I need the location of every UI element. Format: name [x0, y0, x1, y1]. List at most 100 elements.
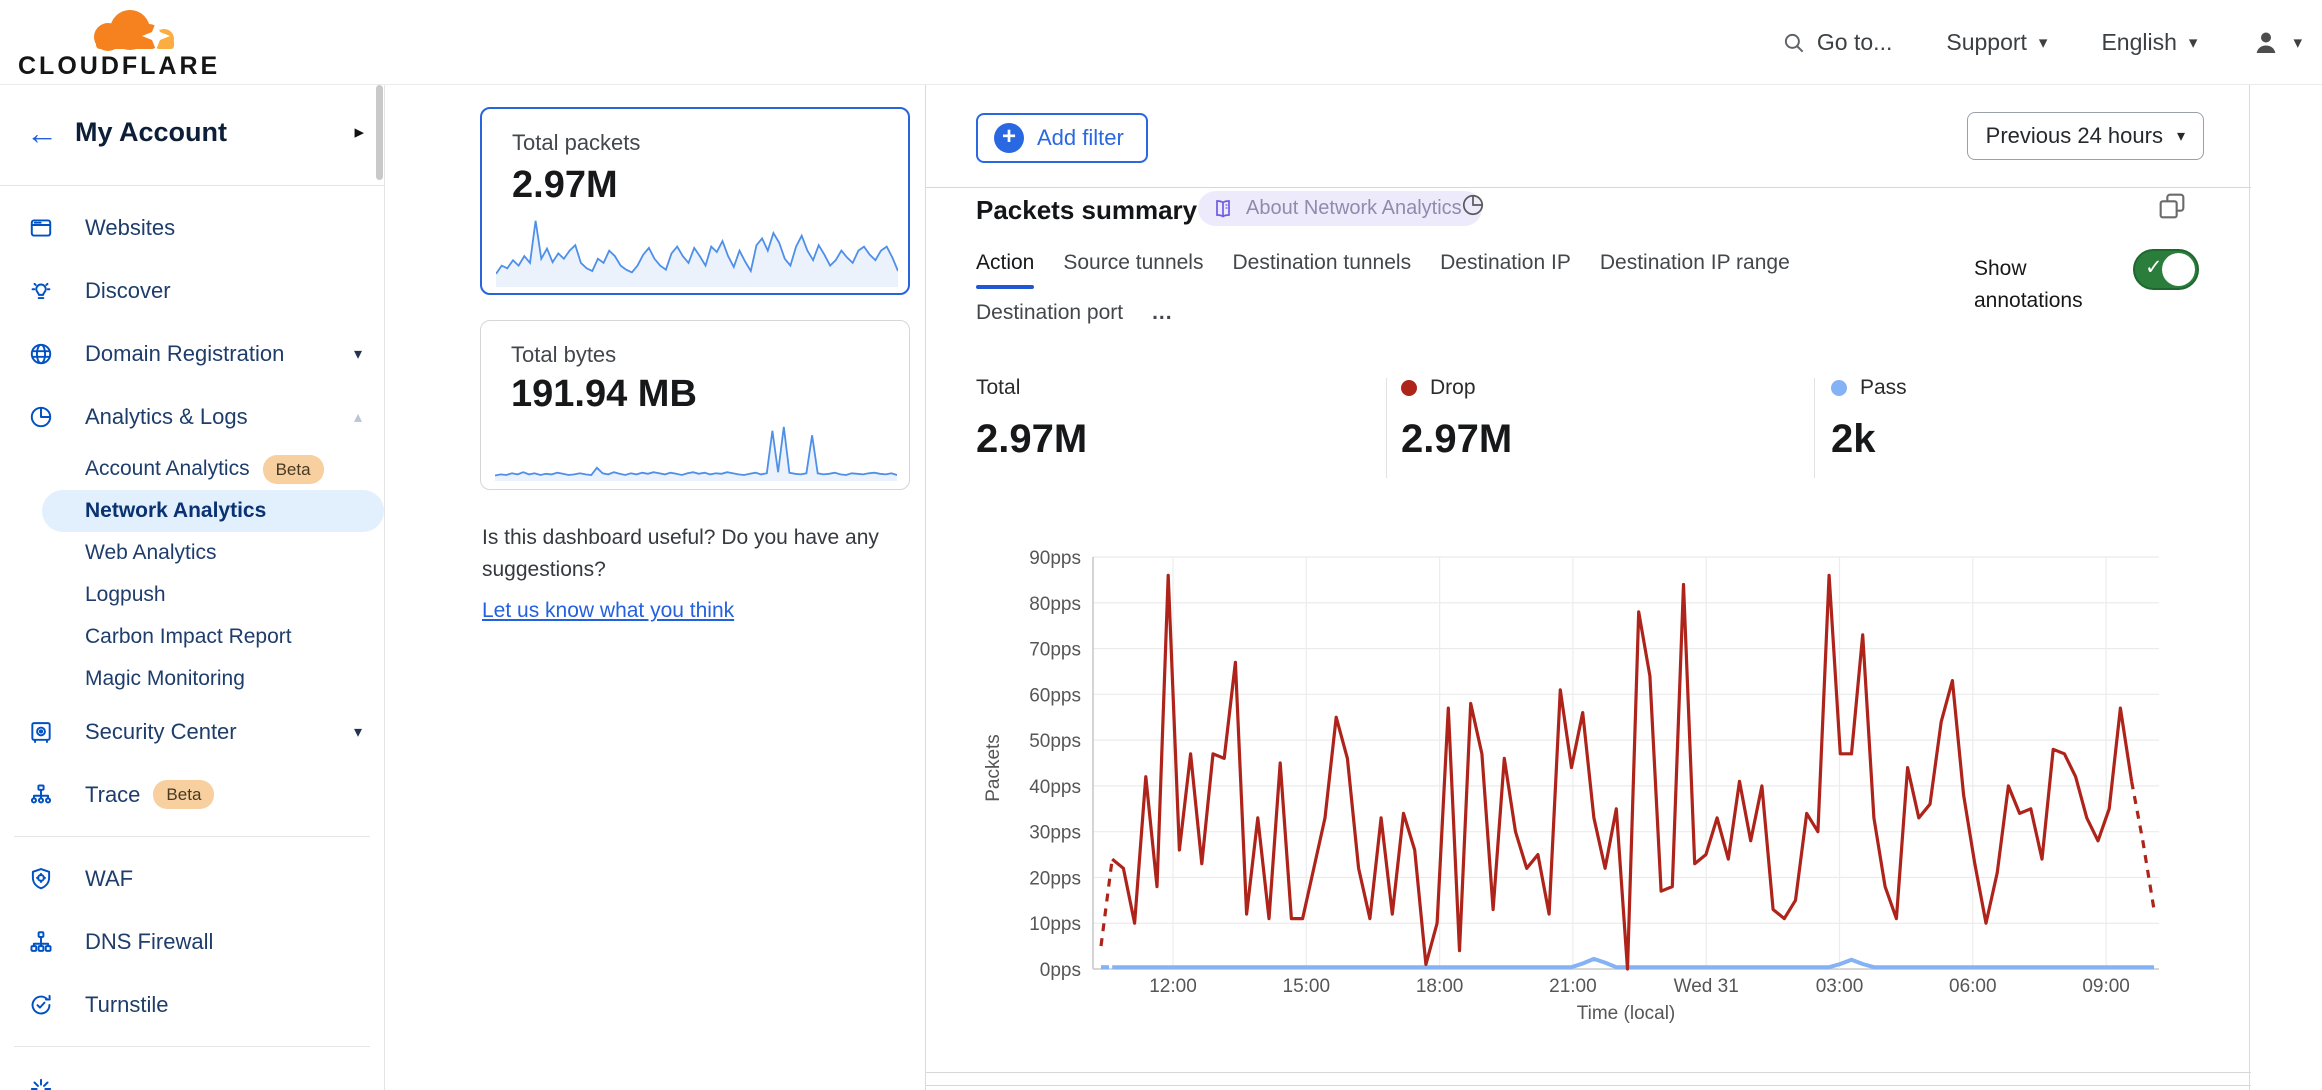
summary-card-total-bytes[interactable]: Total bytes191.94 MB — [480, 320, 910, 490]
summary-card-total-packets[interactable]: Total packets 2.97M — [480, 107, 910, 295]
sidebar-item-analytics-logs[interactable]: Analytics & Logs▴ — [0, 385, 384, 448]
time-range-dropdown[interactable]: Previous 24 hours ▾ — [1967, 112, 2204, 160]
stat-divider — [1386, 378, 1387, 478]
stat-total: Total2.97M — [976, 373, 1087, 462]
svg-text:18:00: 18:00 — [1416, 976, 1464, 997]
card-top-border — [926, 187, 2251, 188]
plus-icon: + — [994, 123, 1024, 153]
sidebar-item-network-analytics[interactable]: Network Analytics — [42, 490, 384, 532]
chevron-down-icon: ▾ — [2293, 33, 2302, 53]
svg-text:Packets: Packets — [983, 734, 1004, 802]
sidebar-item-label: Security Center — [85, 719, 237, 745]
language-label: English — [2101, 29, 2176, 56]
svg-text:03:00: 03:00 — [1816, 976, 1864, 997]
sidebar-item-dns-firewall[interactable]: DNS Firewall — [0, 910, 384, 973]
copy-icon[interactable] — [2156, 190, 2188, 222]
book-icon — [1211, 197, 1235, 221]
sidebar-item-label: Websites — [85, 215, 175, 241]
sidebar-item-label: Account Analytics — [85, 457, 250, 481]
sidebar-item-security-center[interactable]: Security Center ▾ — [0, 700, 384, 763]
back-arrow-icon[interactable]: ← — [26, 115, 58, 152]
about-network-analytics-link[interactable]: About Network Analytics — [1198, 191, 1482, 226]
add-filter-button[interactable]: + Add filter — [976, 113, 1148, 163]
sidebar-item-label: Discover — [85, 278, 171, 304]
chevron-down-icon: ▾ — [354, 722, 362, 742]
sidebar-item-account-analytics[interactable]: Account AnalyticsBeta — [0, 448, 384, 490]
sidebar-scrollbar[interactable] — [376, 85, 383, 180]
sidebar-item-logpush[interactable]: Logpush — [0, 574, 384, 616]
chevron-down-icon: ▾ — [2189, 33, 2198, 53]
tab-destination-ip-range[interactable]: Destination IP range — [1600, 251, 1790, 289]
legend-dot-pass — [1831, 380, 1847, 396]
main-panel: + Add filter Previous 24 hours ▾ Packets… — [925, 85, 2250, 1090]
card-label: Total packets — [512, 130, 640, 156]
chevron-right-icon[interactable]: ▸ — [354, 121, 364, 144]
user-icon — [2251, 28, 2281, 58]
sidebar-account-title: My Account — [75, 117, 227, 148]
stat-pass[interactable]: Pass2k — [1831, 373, 1907, 462]
sidebar-item-magic-monitoring[interactable]: Magic Monitoring — [0, 658, 384, 700]
stat-label: Pass — [1860, 376, 1907, 400]
show-annotations-toggle[interactable]: ✓ — [2133, 249, 2199, 290]
svg-text:Time (local): Time (local) — [1577, 1003, 1676, 1024]
stat-drop[interactable]: Drop2.97M — [1401, 373, 1512, 462]
account-menu[interactable]: ▾ — [2251, 28, 2302, 58]
stat-value: 2.97M — [976, 417, 1087, 462]
logo-text: CLOUDFLARE — [18, 52, 220, 81]
sidebar-item-discover[interactable]: Discover — [0, 259, 384, 322]
svg-text:0pps: 0pps — [1040, 960, 1081, 981]
card-value: 2.97M — [512, 164, 618, 207]
globe-icon — [28, 341, 54, 367]
support-menu[interactable]: Support ▾ — [1946, 29, 2047, 56]
tab-overflow-button[interactable]: ... — [1152, 301, 1173, 339]
tab-source-tunnels[interactable]: Source tunnels — [1063, 251, 1203, 289]
sidebar-item-label: Magic Monitoring — [85, 667, 245, 691]
safe-icon — [28, 719, 54, 745]
sidebar-item-turnstile[interactable]: Turnstile — [0, 973, 384, 1036]
sidebar-item-web-analytics[interactable]: Web Analytics — [0, 532, 384, 574]
goto-search[interactable]: Go to... — [1781, 29, 1892, 56]
legend-dot-drop — [1401, 380, 1417, 396]
burst-icon — [28, 1076, 54, 1090]
sidebar-item-label: Trace — [85, 782, 140, 808]
sidebar-item-carbon-impact-report[interactable]: Carbon Impact Report — [0, 616, 384, 658]
about-pill-label: About Network Analytics — [1246, 197, 1462, 220]
trace-icon — [28, 782, 54, 808]
shield-icon — [28, 866, 54, 892]
tab-destination-tunnels[interactable]: Destination tunnels — [1232, 251, 1411, 289]
feedback-question: Is this dashboard useful? Do you have an… — [482, 522, 907, 586]
rotate-check-icon — [28, 992, 54, 1018]
tab-bar-row1: Action Source tunnels Destination tunnels D… — [976, 251, 1790, 289]
sidebar-item-more[interactable] — [0, 1057, 384, 1090]
svg-text:90pps: 90pps — [1029, 548, 1081, 569]
sidebar-item-label: Turnstile — [85, 992, 169, 1018]
svg-text:10pps: 10pps — [1029, 914, 1081, 935]
sidebar: ← My Account ▸ Websites Discover Domain Re… — [0, 85, 385, 1090]
stat-value: 2.97M — [1401, 417, 1512, 462]
cloudflare-logo[interactable]: CLOUDFLARE — [18, 3, 198, 83]
sidebar-item-trace[interactable]: TraceBeta — [0, 763, 384, 826]
check-icon: ✓ — [2145, 255, 2163, 280]
pie-icon — [28, 404, 54, 430]
tree-icon — [28, 929, 54, 955]
search-icon — [1781, 30, 1807, 56]
sidebar-item-websites[interactable]: Websites — [0, 196, 384, 259]
panel-title: Packets summary — [976, 195, 1197, 226]
sidebar-item-domain-registration[interactable]: Domain Registration▾ — [0, 322, 384, 385]
tab-action[interactable]: Action — [976, 251, 1034, 289]
add-filter-label: Add filter — [1037, 125, 1124, 151]
support-label: Support — [1946, 29, 2027, 56]
tab-destination-port[interactable]: Destination port — [976, 301, 1123, 339]
sidebar-divider — [14, 836, 370, 837]
tab-destination-ip[interactable]: Destination IP — [1440, 251, 1571, 289]
chevron-down-icon: ▾ — [2039, 33, 2048, 53]
language-menu[interactable]: English ▾ — [2101, 29, 2197, 56]
sidebar-nav: WebsitesDiscoverDomain Registration▾Anal… — [0, 186, 384, 1090]
svg-text:21:00: 21:00 — [1549, 976, 1597, 997]
feedback-link[interactable]: Let us know what you think — [482, 595, 734, 627]
chart-type-pie-icon[interactable] — [1460, 192, 1486, 218]
sidebar-item-label: Analytics & Logs — [85, 404, 248, 430]
next-card-top-border — [926, 1085, 2251, 1086]
sidebar-item-waf[interactable]: WAF — [0, 847, 384, 910]
card-bottom-border — [926, 1072, 2251, 1073]
